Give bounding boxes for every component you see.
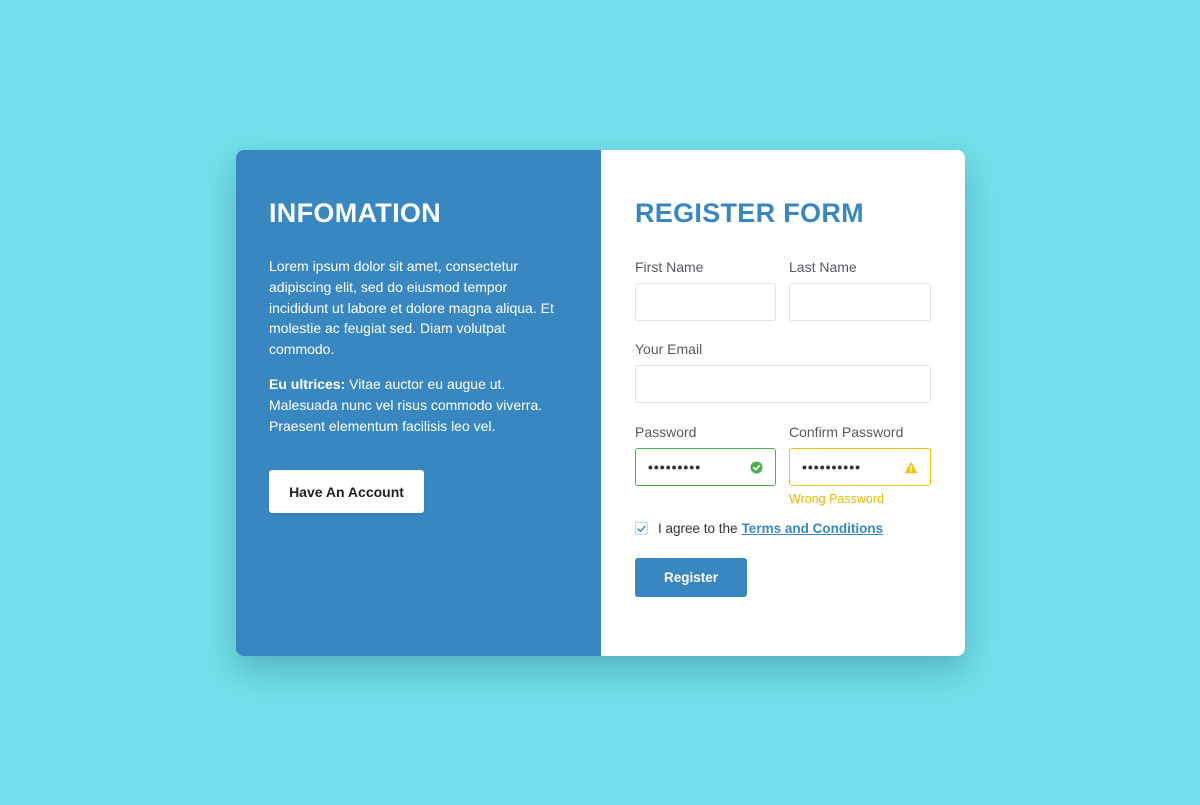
password-field: Password ••••••••• [635, 424, 776, 486]
first-name-label: First Name [635, 259, 704, 275]
confirm-password-value: •••••••••• [802, 459, 862, 475]
confirm-password-input[interactable]: •••••••••• [789, 448, 931, 486]
last-name-label: Last Name [789, 259, 857, 275]
agree-terms-row: I agree to the Terms and Conditions [635, 521, 883, 536]
email-input[interactable] [635, 365, 931, 403]
confirm-password-field: Confirm Password •••••••••• Wrong Passwo… [789, 424, 931, 507]
agree-text: I agree to the [658, 521, 738, 536]
password-value: ••••••••• [648, 459, 702, 475]
info-panel: INFOMATION Lorem ipsum dolor sit amet, c… [236, 150, 601, 656]
first-name-field: First Name [635, 259, 776, 321]
warning-triangle-icon [904, 460, 918, 474]
first-name-input[interactable] [635, 283, 776, 321]
register-card: INFOMATION Lorem ipsum dolor sit amet, c… [236, 150, 965, 656]
register-button[interactable]: Register [635, 558, 747, 597]
info-paragraph: Lorem ipsum dolor sit amet, consectetur … [269, 256, 567, 360]
info-title: INFOMATION [269, 198, 441, 228]
last-name-field: Last Name [789, 259, 931, 321]
info-paragraph-secondary: Eu ultrices: Vitae auctor eu augue ut. M… [269, 374, 567, 436]
agree-checkbox[interactable] [635, 522, 648, 535]
confirm-password-label: Confirm Password [789, 424, 904, 440]
have-account-button[interactable]: Have An Account [269, 470, 424, 514]
terms-link[interactable]: Terms and Conditions [742, 521, 884, 536]
info-paragraph-text: Lorem ipsum dolor sit amet, consectetur … [269, 258, 554, 358]
form-title: REGISTER FORM [635, 198, 864, 228]
email-label: Your Email [635, 341, 703, 357]
email-field: Your Email [635, 341, 931, 403]
password-label: Password [635, 424, 697, 440]
register-form-panel: REGISTER FORM First Name Last Name Your … [601, 150, 965, 656]
page-background: INFOMATION Lorem ipsum dolor sit amet, c… [0, 0, 1200, 805]
confirm-password-error: Wrong Password [789, 492, 884, 506]
check-circle-icon [749, 460, 763, 474]
last-name-input[interactable] [789, 283, 931, 321]
info-paragraph-bold: Eu ultrices: [269, 375, 346, 392]
password-input[interactable]: ••••••••• [635, 448, 776, 486]
